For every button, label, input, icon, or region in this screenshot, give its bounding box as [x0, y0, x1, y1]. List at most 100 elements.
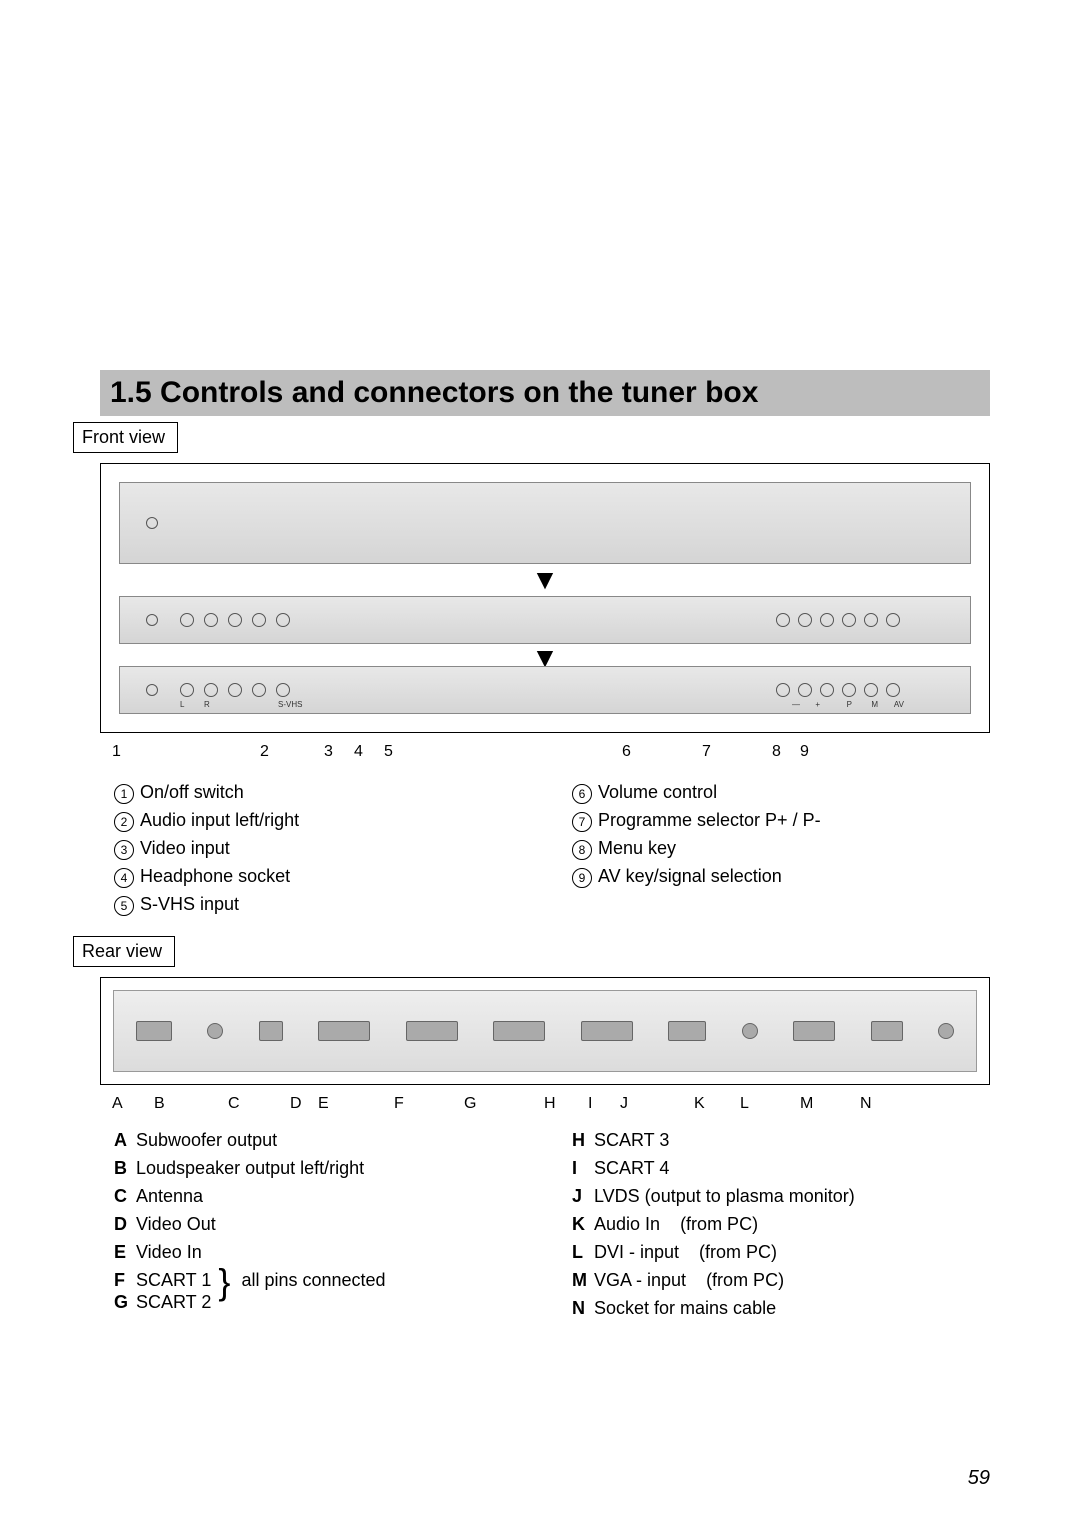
button-icon: [864, 683, 878, 697]
rear-legend: ASubwoofer output BLoudspeaker output le…: [114, 1127, 990, 1322]
rear-ports: [132, 1021, 958, 1041]
callout-D: D: [290, 1095, 302, 1113]
button-icon: [798, 613, 812, 627]
front-view-label-box: Front view: [73, 422, 178, 453]
arrow-down-icon: ▼: [531, 564, 559, 596]
headphone-jack-icon: [252, 683, 266, 697]
legend-item: 6Volume control: [572, 779, 990, 807]
button-icon: [864, 613, 878, 627]
legend-item: DVideo Out: [114, 1211, 532, 1239]
panel-label-L: L: [180, 700, 184, 709]
legend-item: JLVDS (output to plasma monitor): [572, 1183, 990, 1211]
brace-icon: }: [218, 1272, 230, 1292]
button-icon: [886, 613, 900, 627]
page-number: 59: [968, 1467, 990, 1490]
legend-item: MVGA - input(from PC): [572, 1267, 990, 1295]
callout-F: F: [394, 1095, 404, 1113]
section-heading-bar: 1.5 Controls and connectors on the tuner…: [100, 370, 990, 416]
front-inputs-group: [180, 613, 290, 627]
headphone-jack-icon: [252, 613, 266, 627]
rca-jack-icon: [180, 683, 194, 697]
callout-B: B: [154, 1095, 165, 1113]
callout-H: H: [544, 1095, 556, 1113]
scart-port-icon: [581, 1021, 633, 1041]
button-icon: [776, 683, 790, 697]
callout-7: 7: [702, 743, 711, 761]
rca-jack-icon: [204, 613, 218, 627]
rear-view-diagram: [100, 977, 990, 1085]
callout-8: 8: [772, 743, 781, 761]
manual-page: 1.5 Controls and connectors on the tuner…: [0, 0, 1080, 1363]
rear-view-label-box: Rear view: [73, 936, 175, 967]
button-icon: [798, 683, 812, 697]
callout-3: 3: [324, 743, 333, 761]
callout-9: 9: [800, 743, 809, 761]
callout-J: J: [620, 1095, 628, 1113]
legend-item: 5S-VHS input: [114, 891, 532, 919]
callout-A: A: [112, 1095, 123, 1113]
audio-jack-icon: [742, 1023, 758, 1039]
front-legend-left: 1On/off switch 2Audio input left/right 3…: [114, 779, 532, 918]
legend-item: ASubwoofer output: [114, 1127, 532, 1155]
legend-item: KAudio In(from PC): [572, 1211, 990, 1239]
callout-C: C: [228, 1095, 240, 1113]
front-buttons-group: [776, 613, 900, 627]
legend-item: 8Menu key: [572, 835, 990, 863]
legend-item: 1On/off switch: [114, 779, 532, 807]
tuner-open-detail: L R S-VHS — + P M AV: [119, 666, 971, 714]
legend-item: 9AV key/signal selection: [572, 863, 990, 891]
rear-legend-right: HSCART 3 ISCART 4 JLVDS (output to plasm…: [572, 1127, 990, 1322]
callout-6: 6: [622, 743, 631, 761]
legend-item: 3Video input: [114, 835, 532, 863]
callout-G: G: [464, 1095, 476, 1113]
rca-jack-icon: [204, 683, 218, 697]
rca-jack-icon: [228, 683, 242, 697]
svhs-jack-icon: [276, 683, 290, 697]
panel-label-svhs: S-VHS: [278, 700, 302, 709]
front-buttons-group-detail: [776, 683, 900, 697]
tuner-open-small: [119, 596, 971, 644]
legend-item: NSocket for mains cable: [572, 1295, 990, 1323]
callout-4: 4: [354, 743, 363, 761]
rca-jack-icon: [228, 613, 242, 627]
dvi-port-icon: [793, 1021, 835, 1041]
power-socket-icon: [938, 1023, 954, 1039]
legend-item: HSCART 3: [572, 1127, 990, 1155]
front-callout-row: 1 2 3 4 5 6 7 8 9: [112, 743, 990, 769]
lvds-port-icon: [668, 1021, 706, 1041]
vga-port-icon: [871, 1021, 903, 1041]
power-indicator-icon: [146, 517, 158, 529]
speaker-terminal-icon: [136, 1021, 172, 1041]
panel-label-plus: +: [815, 700, 820, 709]
callout-5: 5: [384, 743, 393, 761]
fg-note: all pins connected: [241, 1270, 385, 1290]
rear-view-label: Rear view: [82, 941, 162, 961]
rear-legend-left: ASubwoofer output BLoudspeaker output le…: [114, 1127, 532, 1322]
panel-label-M: M: [871, 700, 878, 709]
tuner-closed-housing: [119, 482, 971, 564]
panel-label-R: R: [204, 700, 210, 709]
callout-L: L: [740, 1095, 749, 1113]
scart-port-icon: [406, 1021, 458, 1041]
button-icon: [842, 613, 856, 627]
rca-pair-icon: [259, 1021, 283, 1041]
callout-1: 1: [112, 743, 121, 761]
button-icon: [776, 613, 790, 627]
legend-item: 2Audio input left/right: [114, 807, 532, 835]
front-legend: 1On/off switch 2Audio input left/right 3…: [114, 779, 990, 918]
legend-item: BLoudspeaker output left/right: [114, 1155, 532, 1183]
panel-label-P: P: [847, 700, 852, 709]
legend-item: 4Headphone socket: [114, 863, 532, 891]
front-view-diagram: ▼ ▼: [100, 463, 990, 733]
legend-item: EVideo In: [114, 1239, 532, 1267]
svhs-jack-icon: [276, 613, 290, 627]
panel-label-minus: —: [792, 700, 800, 709]
front-inputs-group-detail: [180, 683, 290, 697]
antenna-jack-icon: [207, 1023, 223, 1039]
callout-M: M: [800, 1095, 813, 1113]
scart-port-icon: [318, 1021, 370, 1041]
legend-item: ISCART 4: [572, 1155, 990, 1183]
power-indicator-icon: [146, 614, 158, 626]
legend-item: CAntenna: [114, 1183, 532, 1211]
callout-E: E: [318, 1095, 329, 1113]
